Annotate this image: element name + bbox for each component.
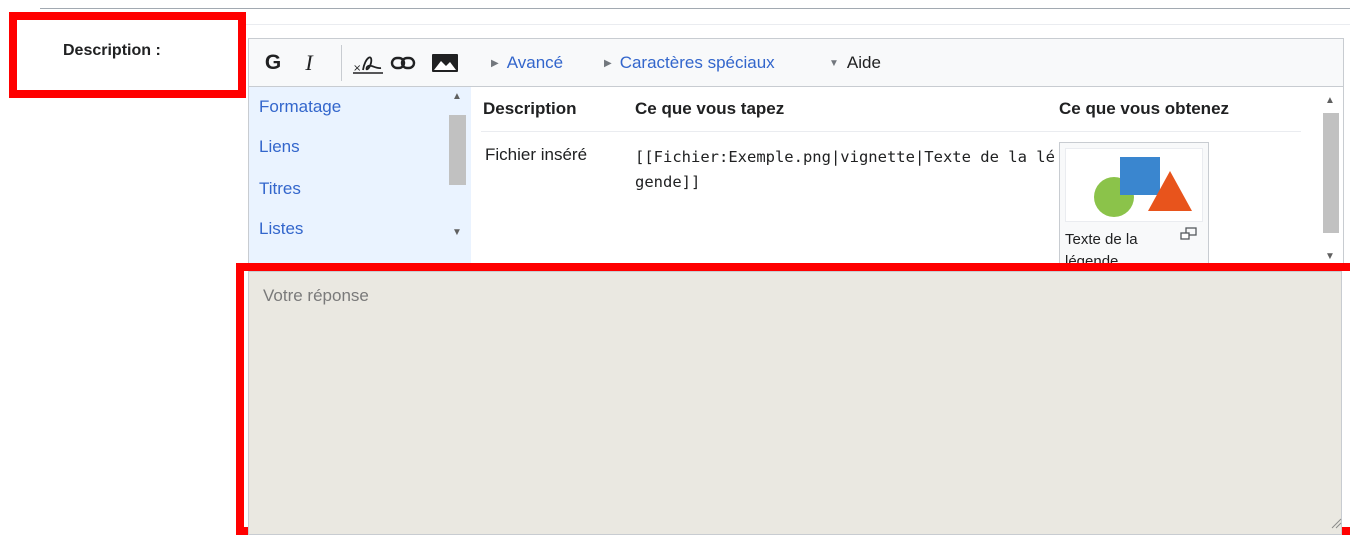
editor-toolbar: G I × ▶ Avancé ▶ Caractères spéciaux ▼ A… [249,39,1343,87]
header-divider [481,131,1301,132]
column-header-description: Description [483,99,577,118]
column-header-you-get: Ce que vous obtenez [1059,99,1230,118]
shapes-illustration-icon [1094,157,1192,217]
top-divider [40,8,1350,9]
description-label: Description : [63,42,161,59]
help-toggle[interactable]: ▼ Aide [829,53,881,73]
help-sections-nav: Formatage Liens Titres Listes [249,87,471,267]
toolbar-separator [341,45,342,81]
answer-textarea[interactable] [248,271,1342,535]
signature-button[interactable]: × [351,51,385,75]
help-table: Description Ce que vous tapez Ce que vou… [475,87,1325,267]
expand-arrow-icon: ▶ [491,57,499,69]
wiki-editor: G I × ▶ Avancé ▶ Caractères spéciaux ▼ A… [248,38,1344,268]
row-code: [[Fichier:Exemple.png|vignette|Texte de … [635,148,1055,191]
nav-item-formatage[interactable]: Formatage [259,97,341,117]
link-button[interactable] [389,51,417,75]
special-chars-toggle[interactable]: ▶ Caractères spéciaux [604,53,775,73]
scroll-up-icon[interactable]: ▲ [452,91,462,102]
magnify-icon[interactable] [1180,227,1198,241]
signature-icon: × [353,56,383,74]
resize-grip-icon[interactable] [1330,517,1342,529]
italic-button[interactable]: I [301,50,317,75]
column-header-you-type: Ce que vous tapez [635,99,785,118]
nav-item-liens[interactable]: Liens [259,137,300,157]
scroll-up-icon[interactable]: ▲ [1325,95,1335,106]
link-icon [390,56,416,70]
bold-button[interactable]: G [263,51,283,75]
example-image [1065,148,1203,222]
advanced-toggle[interactable]: ▶ Avancé [491,53,563,73]
special-chars-label: Caractères spéciaux [619,53,775,72]
row-description: Fichier inséré [485,145,588,164]
nav-item-listes[interactable]: Listes [259,219,303,239]
table-scrollbar-thumb[interactable] [1323,113,1339,233]
advanced-label: Avancé [506,53,564,72]
thumbnail-preview: Texte de la légende [1059,142,1209,267]
help-label: Aide [846,53,881,72]
expand-arrow-icon: ▶ [604,57,612,69]
image-icon [432,54,458,72]
nav-scrollbar-thumb[interactable] [449,115,466,185]
image-button[interactable] [431,51,459,75]
scroll-down-icon[interactable]: ▼ [1325,251,1335,262]
nav-item-titres[interactable]: Titres [259,179,301,199]
collapse-arrow-icon: ▼ [829,57,839,69]
form-divider [238,24,1350,25]
scroll-down-icon[interactable]: ▼ [452,227,462,238]
